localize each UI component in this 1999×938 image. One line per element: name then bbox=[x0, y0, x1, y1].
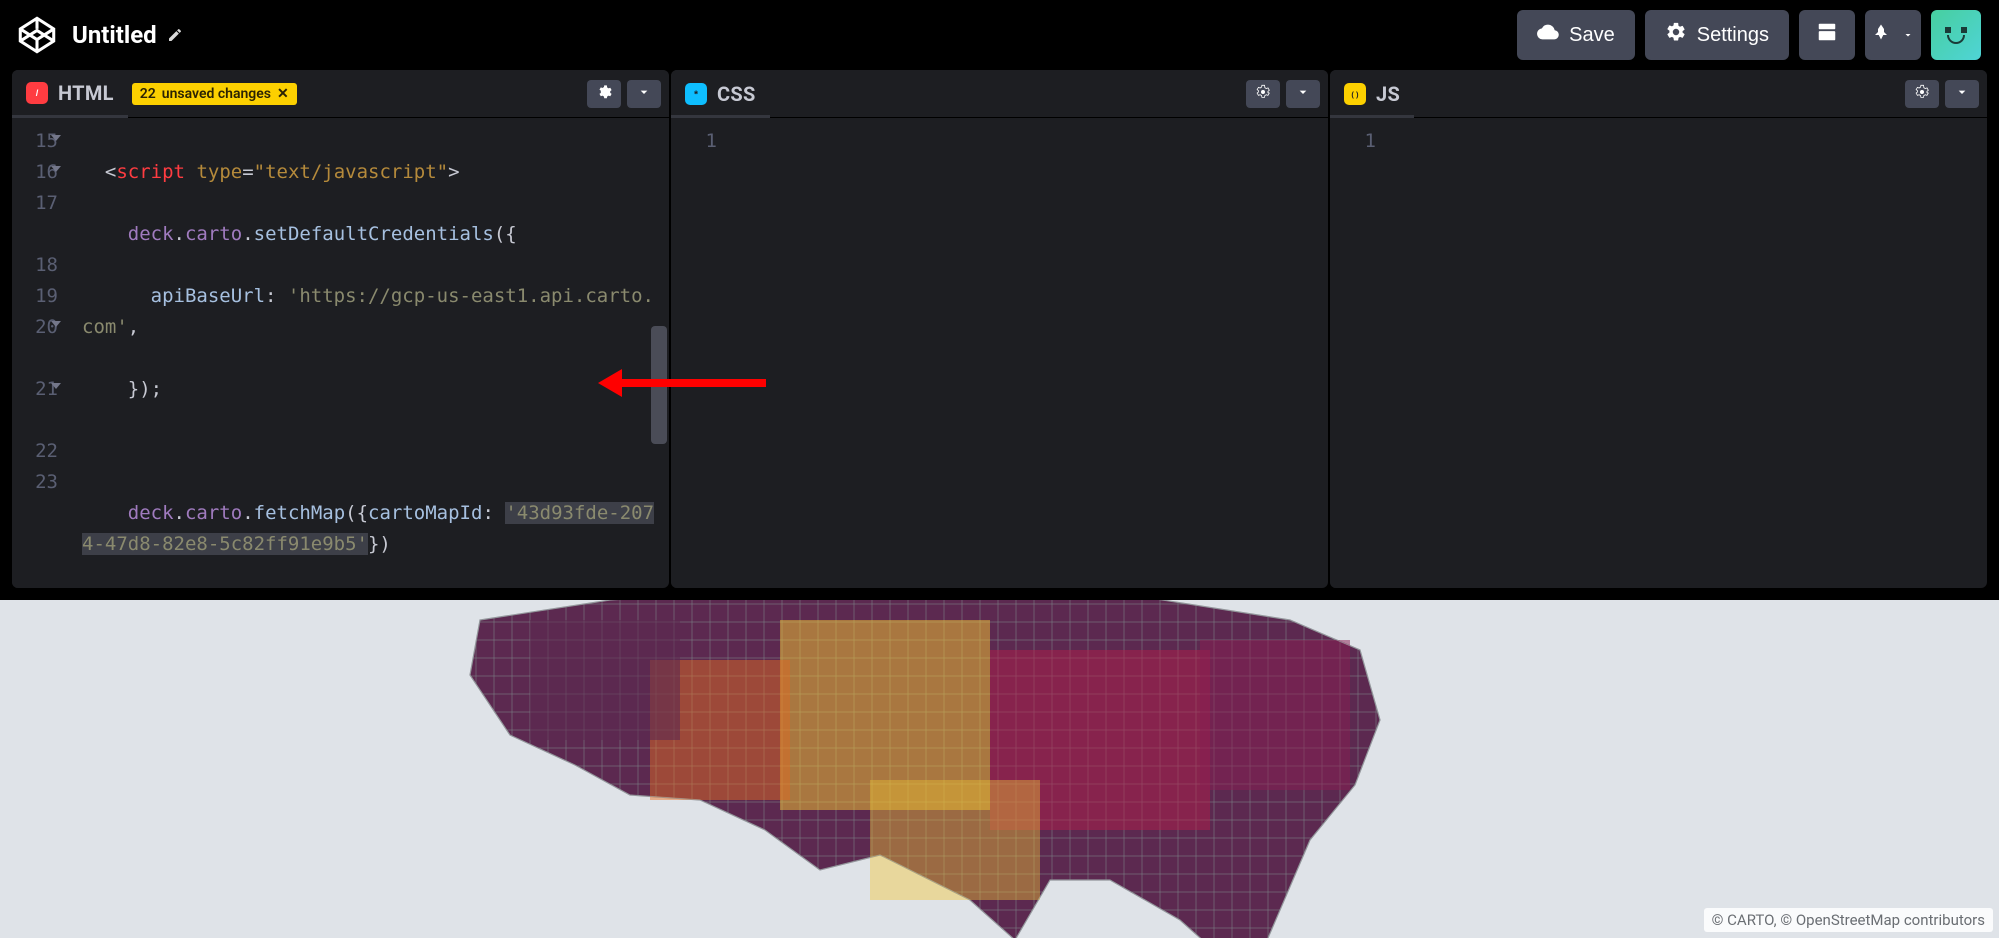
attribution-osm[interactable]: © OpenStreetMap bbox=[1780, 911, 1900, 929]
layout-icon bbox=[1816, 21, 1838, 49]
save-button[interactable]: Save bbox=[1517, 10, 1635, 60]
panel-label: JS bbox=[1376, 82, 1400, 106]
panel-settings-button[interactable] bbox=[1905, 80, 1939, 108]
header-left: Untitled bbox=[18, 16, 183, 54]
code-text[interactable] bbox=[1386, 118, 1987, 588]
pin-icon bbox=[1872, 23, 1890, 47]
code-body-js[interactable]: 1 bbox=[1330, 118, 1987, 588]
panel-tab-css[interactable]: * CSS bbox=[671, 70, 770, 118]
edit-title-icon[interactable] bbox=[167, 27, 183, 43]
editors-row: / HTML 22 unsaved changes ✕ 151617181920… bbox=[0, 70, 1999, 600]
pin-button[interactable] bbox=[1865, 10, 1921, 60]
user-avatar[interactable] bbox=[1931, 10, 1981, 60]
editor-panel-css: * CSS 1 bbox=[671, 70, 1328, 588]
panel-header-js: ( ) JS bbox=[1330, 70, 1987, 118]
html-lang-icon: / bbox=[26, 82, 48, 104]
app-header: Untitled Save Settings bbox=[0, 0, 1999, 70]
preview-pane[interactable]: © CARTO, © OpenStreetMap contributors bbox=[0, 600, 1999, 938]
close-icon[interactable]: ✕ bbox=[277, 86, 289, 102]
panel-tab-js[interactable]: ( ) JS bbox=[1330, 70, 1414, 118]
js-lang-icon: ( ) bbox=[1344, 83, 1366, 105]
map-visualization bbox=[350, 600, 1650, 938]
unsaved-count: 22 bbox=[140, 86, 156, 102]
editor-panel-js: ( ) JS 1 bbox=[1330, 70, 1987, 588]
gear-icon bbox=[1914, 84, 1930, 103]
gutter: 151617181920212223 bbox=[12, 118, 68, 588]
chevron-down-icon bbox=[1295, 84, 1311, 103]
panel-controls bbox=[587, 80, 661, 108]
title-group: Untitled bbox=[72, 21, 183, 49]
panel-header-html: / HTML 22 unsaved changes ✕ bbox=[12, 70, 669, 118]
scrollbar-thumb[interactable] bbox=[651, 326, 667, 444]
panel-settings-button[interactable] bbox=[587, 80, 621, 108]
panel-header-css: * CSS bbox=[671, 70, 1328, 118]
layout-button[interactable] bbox=[1799, 10, 1855, 60]
avatar-face-icon bbox=[1942, 26, 1970, 44]
panel-expand-button[interactable] bbox=[1286, 80, 1320, 108]
save-label: Save bbox=[1569, 24, 1615, 47]
pen-title[interactable]: Untitled bbox=[72, 21, 157, 49]
chevron-down-icon bbox=[1902, 24, 1914, 47]
css-lang-icon: * bbox=[685, 83, 707, 105]
settings-button[interactable]: Settings bbox=[1645, 10, 1789, 60]
svg-text:*: * bbox=[694, 88, 699, 100]
svg-text:/: / bbox=[36, 88, 39, 98]
line-number: 1 bbox=[671, 126, 717, 157]
code-text[interactable] bbox=[727, 118, 1328, 588]
panel-label: HTML bbox=[58, 81, 114, 105]
gutter: 1 bbox=[671, 118, 727, 588]
gear-icon bbox=[1665, 21, 1687, 49]
gear-icon bbox=[1255, 84, 1271, 103]
panel-expand-button[interactable] bbox=[627, 80, 661, 108]
panel-expand-button[interactable] bbox=[1945, 80, 1979, 108]
line-number: 1 bbox=[1330, 126, 1376, 157]
panel-tab-html[interactable]: / HTML bbox=[12, 70, 128, 118]
attribution-carto[interactable]: © CARTO bbox=[1712, 911, 1774, 929]
code-text[interactable]: <script type="text/javascript"> deck.car… bbox=[68, 118, 669, 588]
unsaved-text: unsaved changes bbox=[162, 86, 271, 102]
settings-label: Settings bbox=[1697, 24, 1769, 47]
chevron-down-icon bbox=[1954, 84, 1970, 103]
gear-icon bbox=[596, 84, 612, 103]
panel-controls bbox=[1246, 80, 1320, 108]
chevron-down-icon bbox=[636, 84, 652, 103]
map-attribution: © CARTO, © OpenStreetMap contributors bbox=[1704, 908, 1993, 932]
header-right: Save Settings bbox=[1517, 10, 1981, 60]
editor-panel-html: / HTML 22 unsaved changes ✕ 151617181920… bbox=[12, 70, 669, 588]
panel-label: CSS bbox=[717, 82, 756, 106]
code-body-css[interactable]: 1 bbox=[671, 118, 1328, 588]
code-body-html[interactable]: 151617181920212223 <script type="text/ja… bbox=[12, 118, 669, 588]
unsaved-badge[interactable]: 22 unsaved changes ✕ bbox=[132, 83, 297, 105]
panel-controls bbox=[1905, 80, 1979, 108]
cloud-icon bbox=[1537, 21, 1559, 49]
panel-settings-button[interactable] bbox=[1246, 80, 1280, 108]
gutter: 1 bbox=[1330, 118, 1386, 588]
svg-text:( ): ( ) bbox=[1351, 89, 1359, 98]
codepen-logo-icon[interactable] bbox=[18, 16, 56, 54]
